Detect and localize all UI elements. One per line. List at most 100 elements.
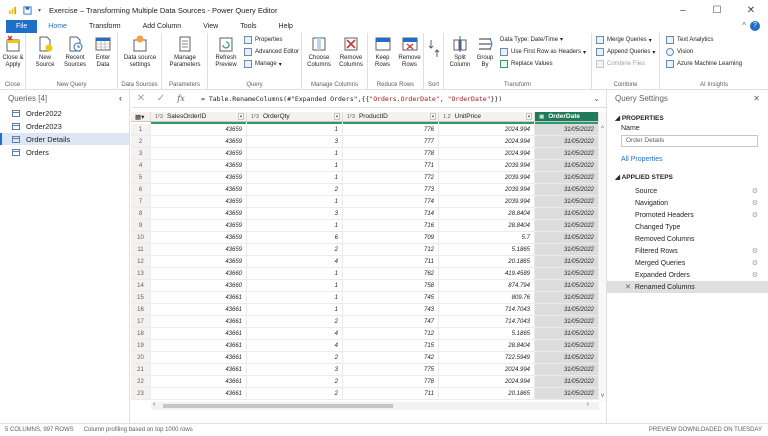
table-cell[interactable]: 2039.994 (439, 160, 535, 171)
table-cell[interactable]: 31/05/2022 (535, 328, 599, 339)
applied-step[interactable]: Expanded Orders ⚙ (607, 269, 768, 281)
table-cell[interactable]: 2024.994 (439, 148, 535, 159)
text-analytics-button[interactable]: Text Analytics (666, 36, 713, 44)
collapse-queries-icon[interactable]: ‹ (119, 93, 122, 103)
cancel-formula-icon[interactable]: ✕ (131, 93, 151, 104)
tab-help[interactable]: Help (268, 20, 304, 33)
column-filter-dropdown-icon[interactable]: ▾ (526, 113, 532, 120)
table-cell[interactable]: 711 (343, 256, 439, 267)
table-cell[interactable]: 809.76 (439, 292, 535, 303)
horizontal-scrollbar[interactable]: ‹ › (151, 401, 599, 410)
table-cell[interactable]: 43659 (151, 136, 247, 147)
table-cell[interactable]: 1 (247, 196, 343, 207)
table-cell[interactable]: 1 (247, 160, 343, 171)
new-source-button[interactable]: New Source (32, 35, 58, 69)
query-item[interactable]: Orders (0, 146, 129, 158)
table-row[interactable]: 14 43660 1 758 874.794 31/05/2022 (131, 280, 599, 292)
table-cell[interactable]: 715 (343, 340, 439, 351)
table-cell[interactable]: 2024.994 (439, 364, 535, 375)
customize-toolbar-icon[interactable]: ▾ (38, 7, 41, 14)
step-settings-gear-icon[interactable]: ⚙ (752, 247, 758, 255)
column-filter-dropdown-icon[interactable]: ▾ (430, 113, 436, 120)
column-filter-dropdown-icon[interactable]: ▾ (238, 113, 244, 120)
table-cell[interactable]: 31/05/2022 (535, 124, 599, 135)
table-row[interactable]: 3 43659 1 778 2024.994 31/05/2022 (131, 148, 599, 160)
tab-transform[interactable]: Transform (78, 20, 132, 33)
table-cell[interactable]: 2 (247, 376, 343, 387)
refresh-preview-button[interactable]: Refresh Preview (211, 35, 241, 69)
table-cell[interactable]: 1 (247, 148, 343, 159)
fx-icon[interactable]: fx (171, 94, 191, 103)
close-apply-button[interactable]: Close & Apply (2, 35, 24, 69)
sort-ascending-icon[interactable] (428, 38, 440, 58)
table-cell[interactable]: 419.4589 (439, 268, 535, 279)
table-cell[interactable]: 2 (247, 244, 343, 255)
table-cell[interactable]: 771 (343, 160, 439, 171)
table-cell[interactable]: 31/05/2022 (535, 388, 599, 399)
table-cell[interactable]: 6 (247, 232, 343, 243)
maximize-button[interactable]: ☐ (700, 0, 734, 20)
expand-formula-icon[interactable]: ⌄ (593, 94, 600, 103)
table-row[interactable]: 9 43659 1 716 28.8404 31/05/2022 (131, 220, 599, 232)
tab-add-column[interactable]: Add Column (132, 20, 193, 33)
table-cell[interactable]: 3 (247, 208, 343, 219)
horizontal-scroll-thumb[interactable] (163, 404, 393, 408)
table-cell[interactable]: 742 (343, 352, 439, 363)
table-cell[interactable]: 43661 (151, 340, 247, 351)
combine-files-button[interactable]: Combine Files (596, 60, 645, 68)
table-cell[interactable]: 4 (247, 328, 343, 339)
step-settings-gear-icon[interactable]: ⚙ (752, 271, 758, 279)
tab-file[interactable]: File (6, 20, 38, 33)
table-row[interactable]: 6 43659 2 773 2039.994 31/05/2022 (131, 184, 599, 196)
applied-step[interactable]: Promoted Headers ⚙ (607, 209, 768, 221)
table-row[interactable]: 8 43659 3 714 28.8404 31/05/2022 (131, 208, 599, 220)
table-cell[interactable]: 43661 (151, 316, 247, 327)
table-cell[interactable]: 2024.994 (439, 124, 535, 135)
query-item-selected[interactable]: Order Details (0, 133, 129, 145)
data-source-settings-button[interactable]: Data source settings (121, 35, 159, 69)
choose-columns-button[interactable]: Choose Columns (304, 35, 334, 69)
table-cell[interactable]: 4 (247, 340, 343, 351)
minimize-button[interactable]: – (666, 0, 700, 20)
tab-tools[interactable]: Tools (229, 20, 267, 33)
delete-step-icon[interactable]: ✕ (625, 283, 631, 291)
scroll-left-icon[interactable]: ‹ (153, 401, 155, 408)
table-cell[interactable]: 31/05/2022 (535, 268, 599, 279)
applied-step[interactable]: Changed Type (607, 221, 768, 233)
table-cell[interactable]: 1 (247, 292, 343, 303)
table-cell[interactable]: 43659 (151, 220, 247, 231)
query-item[interactable]: Order2022 (0, 107, 129, 119)
table-cell[interactable]: 43661 (151, 352, 247, 363)
formula-text[interactable]: = Table.RenameColumns(#"Expanded Orders"… (201, 95, 502, 103)
table-row[interactable]: 1 43659 1 776 2024.994 31/05/2022 (131, 124, 599, 136)
table-cell[interactable]: 1 (247, 124, 343, 135)
table-menu-icon[interactable]: ▦▾ (131, 112, 151, 121)
table-cell[interactable]: 711 (343, 388, 439, 399)
manage-parameters-button[interactable]: Manage Parameters (165, 35, 205, 69)
vision-button[interactable]: Vision (666, 48, 693, 56)
table-row[interactable]: 10 43659 6 709 5.7 31/05/2022 (131, 232, 599, 244)
step-settings-gear-icon[interactable]: ⚙ (752, 199, 758, 207)
table-cell[interactable]: 774 (343, 196, 439, 207)
scroll-right-icon[interactable]: › (587, 401, 589, 408)
keep-rows-button[interactable]: Keep Rows (370, 35, 395, 69)
table-cell[interactable]: 31/05/2022 (535, 376, 599, 387)
table-row[interactable]: 20 43661 2 742 722.5949 31/05/2022 (131, 352, 599, 364)
table-cell[interactable]: 43659 (151, 148, 247, 159)
scroll-up-icon[interactable]: ^ (599, 126, 606, 132)
table-cell[interactable]: 712 (343, 328, 439, 339)
table-cell[interactable]: 31/05/2022 (535, 208, 599, 219)
table-cell[interactable]: 43659 (151, 208, 247, 219)
applied-step[interactable]: Filtered Rows ⚙ (607, 245, 768, 257)
replace-values-button[interactable]: Replace Values (500, 60, 553, 68)
table-cell[interactable]: 3 (247, 364, 343, 375)
applied-steps-section[interactable]: ◢ APPLIED STEPS (607, 173, 768, 181)
table-row[interactable]: 11 43659 2 712 5.1865 31/05/2022 (131, 244, 599, 256)
table-cell[interactable]: 874.794 (439, 280, 535, 291)
table-cell[interactable]: 43659 (151, 184, 247, 195)
recent-sources-button[interactable]: Recent Sources (62, 35, 88, 69)
table-cell[interactable]: 743 (343, 304, 439, 315)
table-cell[interactable]: 775 (343, 364, 439, 375)
table-cell[interactable]: 20.1865 (439, 256, 535, 267)
table-row[interactable]: 13 43660 1 762 419.4589 31/05/2022 (131, 268, 599, 280)
